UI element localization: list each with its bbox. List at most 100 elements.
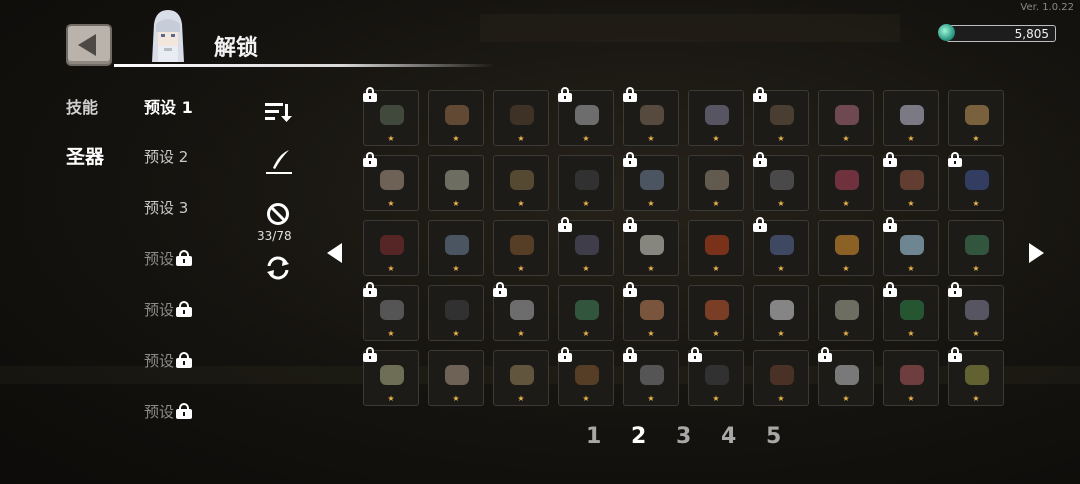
relic-slot[interactable]: ★ <box>883 152 939 211</box>
relic-slot[interactable]: ★ <box>428 155 484 211</box>
relic-slot[interactable]: ★ <box>558 217 614 276</box>
relic-slot[interactable]: ★ <box>883 217 939 276</box>
relic-item-icon <box>510 105 534 125</box>
relic-slot[interactable]: ★ <box>623 87 679 146</box>
page-4[interactable]: 4 <box>721 424 736 449</box>
relic-slot[interactable]: ★ <box>558 285 614 341</box>
relic-slot[interactable]: ★ <box>363 347 419 406</box>
page-2[interactable]: 2 <box>631 424 646 449</box>
relic-slot[interactable]: ★ <box>363 220 419 276</box>
currency-display: 5,805 <box>938 24 1056 42</box>
relic-slot[interactable]: ★ <box>753 350 809 406</box>
gem-icon <box>938 24 955 41</box>
relic-slot[interactable]: ★ <box>753 217 809 276</box>
preset-3[interactable]: 预设 3 <box>144 197 188 218</box>
relic-slot[interactable]: ★ <box>948 220 1004 276</box>
currency-amount: 5,805 <box>1014 27 1049 41</box>
preset-1[interactable]: 预设 1 <box>144 94 193 118</box>
relic-slot[interactable]: ★ <box>688 155 744 211</box>
relic-slot[interactable]: ★ <box>688 90 744 146</box>
relic-item-icon <box>575 170 599 190</box>
relic-slot[interactable]: ★ <box>818 90 874 146</box>
relic-slot[interactable]: ★ <box>948 282 1004 341</box>
relic-slot[interactable]: ★ <box>493 220 549 276</box>
prev-page-arrow-icon[interactable] <box>327 243 342 263</box>
lock-icon <box>176 403 193 419</box>
preset-label: 预设 1 <box>144 98 193 117</box>
lock-icon <box>176 352 193 368</box>
star-icon: ★ <box>452 329 460 338</box>
page-3[interactable]: 3 <box>676 424 691 449</box>
lock-icon <box>948 152 962 167</box>
relic-slot[interactable]: ★ <box>493 350 549 406</box>
tab-relics[interactable]: 圣器 <box>66 142 104 169</box>
relic-grid: ★ ★ ★ ★ ★ ★ ★ ★ ★ ★ ★ ★ ★ ★ ★ ★ ★ ★ ★ ★ ★ ★ ★ ★ ★ ★ ★ ★ ★ ★ ★ ★ ★ ★ ★ ★ ★ ★ ★ ★… <box>363 87 1013 410</box>
relic-item-icon <box>380 365 404 385</box>
star-icon: ★ <box>517 199 525 208</box>
unequip-all-button[interactable] <box>266 202 290 226</box>
relic-item-icon <box>770 105 794 125</box>
relic-slot[interactable]: ★ <box>818 155 874 211</box>
relic-slot[interactable]: ★ <box>883 282 939 341</box>
relic-item-icon <box>965 365 989 385</box>
relic-slot[interactable]: ★ <box>818 285 874 341</box>
quill-button[interactable] <box>265 148 293 176</box>
version-label: Ver. 1.0.22 <box>1020 2 1074 13</box>
tab-skills[interactable]: 技能 <box>66 94 98 118</box>
relic-slot[interactable]: ★ <box>493 90 549 146</box>
relic-slot[interactable]: ★ <box>428 350 484 406</box>
relic-slot[interactable]: ★ <box>753 87 809 146</box>
relic-slot[interactable]: ★ <box>948 347 1004 406</box>
relic-slot[interactable]: ★ <box>753 152 809 211</box>
relic-slot[interactable]: ★ <box>688 220 744 276</box>
relic-slot[interactable]: ★ <box>883 350 939 406</box>
preset-label: 预设 <box>144 250 175 268</box>
relic-slot[interactable]: ★ <box>688 285 744 341</box>
relic-slot[interactable]: ★ <box>948 152 1004 211</box>
preset-5-locked[interactable]: 预设 <box>144 299 193 320</box>
relic-counter: 33/78 <box>257 229 292 243</box>
relic-slot[interactable]: ★ <box>363 152 419 211</box>
relic-slot[interactable]: ★ <box>623 152 679 211</box>
relic-slot[interactable]: ★ <box>883 90 939 146</box>
preset-4-locked[interactable]: 预设 <box>144 248 193 269</box>
relic-slot[interactable]: ★ <box>428 285 484 341</box>
page-5[interactable]: 5 <box>766 424 781 449</box>
relic-slot[interactable]: ★ <box>948 90 1004 146</box>
relic-slot[interactable]: ★ <box>558 347 614 406</box>
relic-item-icon <box>380 235 404 255</box>
relic-slot[interactable]: ★ <box>558 155 614 211</box>
relic-slot[interactable]: ★ <box>753 285 809 341</box>
relic-slot[interactable]: ★ <box>363 282 419 341</box>
star-icon: ★ <box>777 199 785 208</box>
relic-slot[interactable]: ★ <box>688 347 744 406</box>
preset-7-locked[interactable]: 预设 <box>144 401 193 422</box>
relic-slot[interactable]: ★ <box>428 220 484 276</box>
relic-slot[interactable]: ★ <box>493 282 549 341</box>
lock-icon <box>753 152 767 167</box>
preset-2[interactable]: 预设 2 <box>144 146 188 167</box>
relic-slot[interactable]: ★ <box>363 87 419 146</box>
relic-slot[interactable]: ★ <box>558 87 614 146</box>
relic-item-icon <box>510 300 534 320</box>
character-portrait <box>142 6 194 64</box>
background-panel <box>480 14 900 42</box>
relic-slot[interactable]: ★ <box>818 347 874 406</box>
preset-6-locked[interactable]: 预设 <box>144 350 193 371</box>
relic-slot[interactable]: ★ <box>623 347 679 406</box>
star-icon: ★ <box>387 199 395 208</box>
refresh-button[interactable] <box>263 254 293 282</box>
relic-slot[interactable]: ★ <box>818 220 874 276</box>
relic-item-icon <box>900 235 924 255</box>
lock-icon <box>623 152 637 167</box>
relic-slot[interactable]: ★ <box>428 90 484 146</box>
back-button[interactable] <box>66 24 112 66</box>
next-page-arrow-icon[interactable] <box>1029 243 1044 263</box>
relic-slot[interactable]: ★ <box>493 155 549 211</box>
relic-slot[interactable]: ★ <box>623 282 679 341</box>
sort-button[interactable] <box>264 100 292 124</box>
star-icon: ★ <box>842 264 850 273</box>
relic-slot[interactable]: ★ <box>623 217 679 276</box>
page-1[interactable]: 1 <box>586 424 601 449</box>
relic-item-icon <box>640 170 664 190</box>
